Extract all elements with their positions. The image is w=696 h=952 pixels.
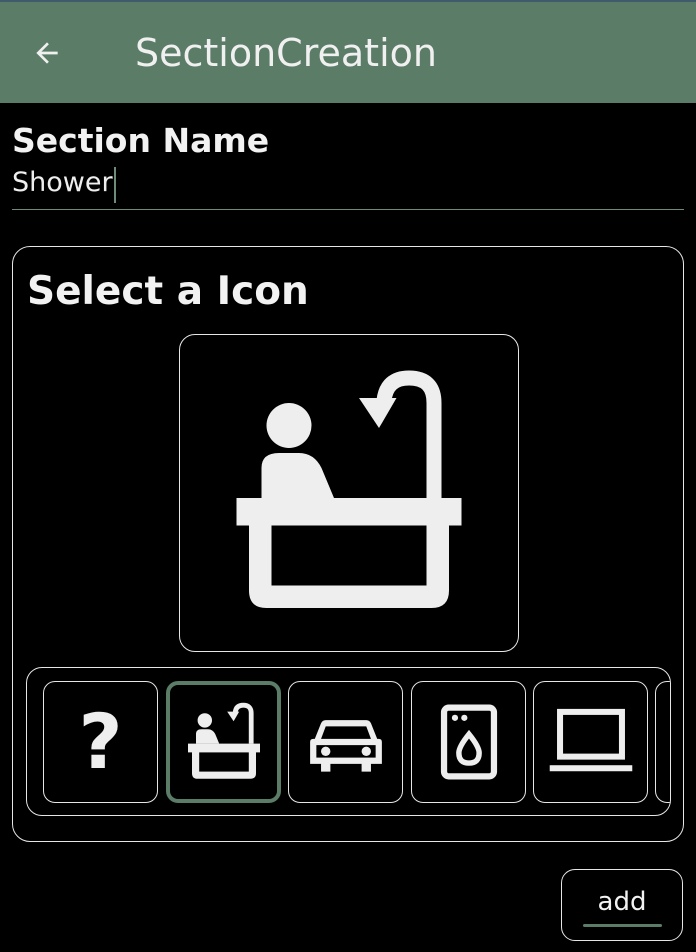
section-name-value: Shower (12, 167, 113, 198)
arrow-back-icon (36, 42, 58, 64)
bathtub-shower-icon (187, 702, 260, 779)
icon-options-strip[interactable]: ? (26, 667, 671, 816)
icon-option-car[interactable] (288, 681, 403, 803)
bathtub-shower-icon (236, 370, 462, 608)
selected-icon-preview (179, 334, 519, 652)
add-button[interactable]: add (561, 869, 683, 941)
car-icon (309, 720, 382, 772)
washing-machine-icon (440, 704, 497, 780)
icon-option-bathtub[interactable] (166, 681, 281, 803)
section-name-label: Section Name (12, 121, 270, 160)
icon-option-partial[interactable] (655, 681, 670, 803)
text-cursor (113, 166, 116, 203)
question-mark-icon: ? (78, 697, 123, 786)
back-button[interactable] (28, 34, 66, 72)
icon-picker-panel: Select a Icon ? (12, 246, 684, 842)
icon-option-question[interactable]: ? (43, 681, 158, 803)
icon-option-laptop[interactable] (533, 681, 648, 803)
page-title: SectionCreation (135, 31, 437, 75)
icon-option-washing-machine[interactable] (411, 681, 526, 803)
app-bar: SectionCreation (0, 0, 696, 103)
add-button-underline (583, 924, 662, 927)
icon-picker-title: Select a Icon (27, 269, 309, 314)
add-button-label: add (597, 887, 647, 917)
section-name-input[interactable]: Shower (12, 164, 684, 210)
laptop-icon (549, 708, 632, 772)
